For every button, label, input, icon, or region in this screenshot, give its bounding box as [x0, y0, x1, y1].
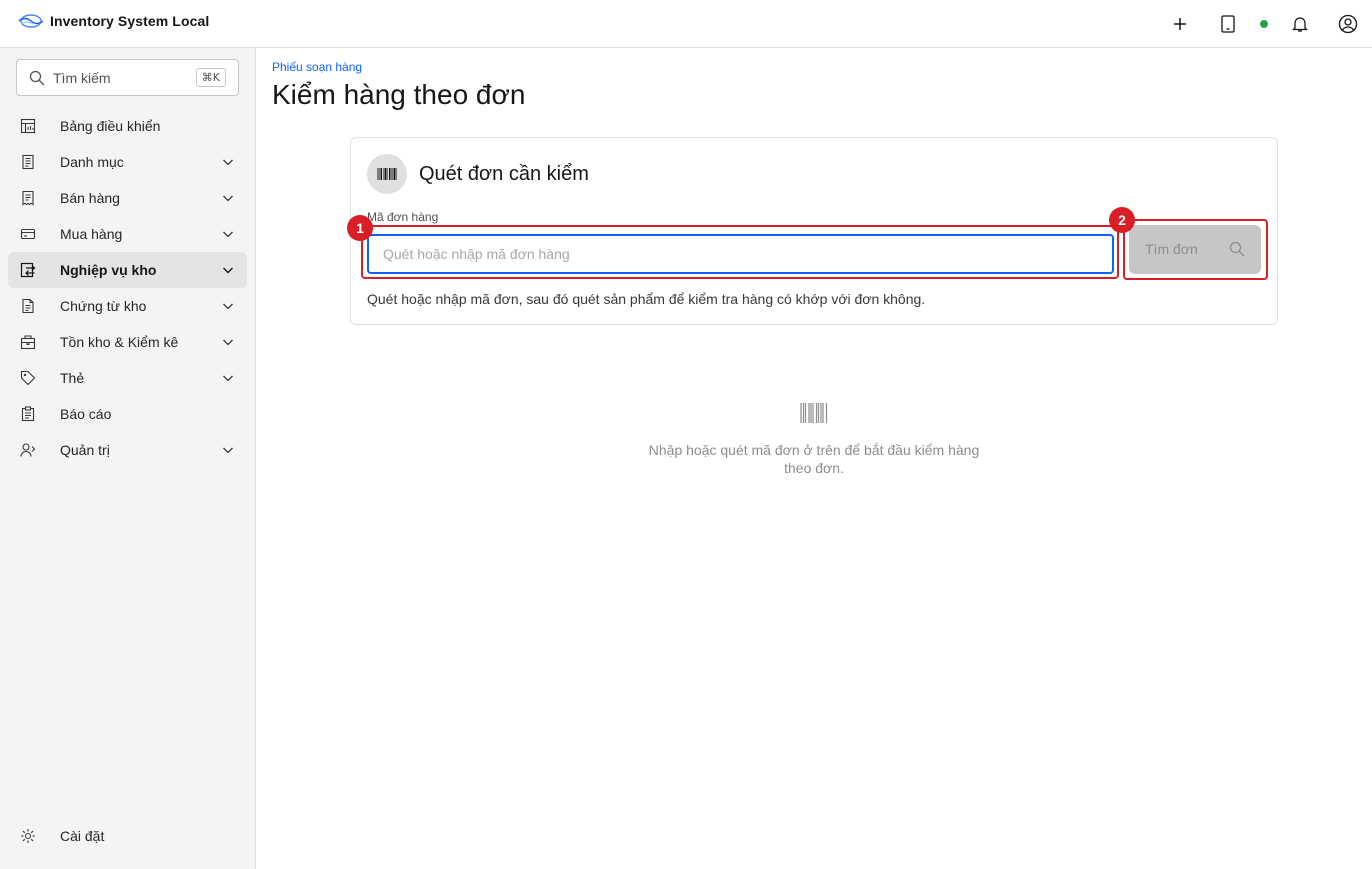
empty-state-line-1: Nhập hoặc quét mã đơn ở trên để bắt đầu … [648, 442, 980, 458]
barcode-icon [367, 154, 407, 194]
sidebar: Tìm kiếm ⌘K Bảng điều khiển Danh mục Bán… [0, 48, 256, 869]
search-icon [1229, 241, 1245, 257]
gear-icon [21, 829, 35, 843]
order-code-placeholder: Quét hoặc nhập mã đơn hàng [383, 246, 570, 262]
sidebar-item-catalog[interactable]: Danh mục [8, 144, 247, 180]
bell-icon[interactable] [1288, 12, 1312, 36]
app-logo-icon[interactable] [17, 12, 43, 30]
sidebar-item-purchasing[interactable]: Mua hàng [8, 216, 247, 252]
document-icon [22, 298, 34, 314]
sidebar-item-label: Bảng điều khiển [60, 118, 161, 134]
chevron-down-icon [223, 195, 233, 202]
annotation-badge-1: 1 [347, 215, 373, 241]
sidebar-item-label: Danh mục [60, 154, 124, 170]
admin-icon [20, 443, 36, 457]
chevron-down-icon [223, 447, 233, 454]
find-order-button[interactable]: Tìm đơn [1129, 225, 1261, 274]
connection-status-dot [1260, 20, 1268, 28]
settings-label: Cài đặt [60, 828, 105, 844]
search-shortcut: ⌘K [195, 68, 226, 87]
find-order-label: Tìm đơn [1145, 241, 1198, 257]
main-content: Phiếu soạn hàng Kiểm hàng theo đơn Quét … [256, 48, 1372, 869]
plus-icon[interactable] [1168, 12, 1192, 36]
chevron-down-icon [223, 303, 233, 310]
tablet-icon[interactable] [1216, 12, 1240, 36]
sidebar-item-label: Thẻ [60, 370, 85, 386]
search-placeholder: Tìm kiếm [53, 70, 111, 86]
barcode-icon [800, 403, 828, 423]
empty-state-line-2: theo đơn. [784, 460, 844, 476]
order-code-label: Mã đơn hàng [367, 210, 439, 224]
sidebar-item-inventory[interactable]: Tồn kho & Kiểm kê [8, 324, 247, 360]
card-title: Quét đơn cần kiểm [419, 163, 589, 185]
sidebar-item-label: Mua hàng [60, 226, 123, 242]
sidebar-item-admin[interactable]: Quản trị [8, 432, 247, 468]
sidebar-item-warehouse-docs[interactable]: Chứng từ kho [8, 288, 247, 324]
sidebar-item-tags[interactable]: Thẻ [8, 360, 247, 396]
app-title[interactable]: Inventory System Local [50, 13, 209, 29]
sidebar-item-dashboard[interactable]: Bảng điều khiển [8, 108, 247, 144]
chevron-down-icon [223, 231, 233, 238]
page-title: Kiểm hàng theo đơn [272, 79, 526, 110]
sidebar-item-label: Báo cáo [60, 406, 112, 422]
card-icon [20, 228, 36, 240]
chevron-down-icon [223, 159, 233, 166]
catalog-icon [22, 154, 34, 170]
sidebar-item-label: Chứng từ kho [60, 298, 147, 314]
sidebar-search[interactable]: Tìm kiếm ⌘K [16, 59, 239, 96]
chevron-down-icon [223, 375, 233, 382]
search-icon [29, 70, 45, 86]
receipt-icon [22, 190, 34, 206]
inventory-icon [20, 335, 36, 350]
annotation-badge-2: 2 [1109, 207, 1135, 233]
helper-text: Quét hoặc nhập mã đơn, sau đó quét sản p… [367, 291, 926, 307]
empty-state-text: Nhập hoặc quét mã đơn ở trên để bắt đầu … [634, 441, 994, 477]
scan-order-card: Quét đơn cần kiểm Mã đơn hàng Quét hoặc … [347, 137, 1278, 325]
chevron-down-icon [223, 267, 233, 274]
tag-icon [20, 370, 36, 386]
sidebar-item-warehouse-ops[interactable]: Nghiệp vụ kho [8, 252, 247, 288]
user-icon[interactable] [1336, 12, 1360, 36]
sidebar-item-label: Bán hàng [60, 190, 120, 206]
sidebar-item-label: Quản trị [60, 442, 110, 458]
report-icon [21, 406, 35, 422]
warehouse-ops-icon [20, 262, 36, 278]
sidebar-item-settings[interactable]: Cài đặt [8, 818, 247, 854]
chevron-down-icon [223, 339, 233, 346]
sidebar-item-reports[interactable]: Báo cáo [8, 396, 247, 432]
sidebar-item-label: Nghiệp vụ kho [60, 262, 157, 278]
top-header: Inventory System Local [0, 0, 1372, 48]
sidebar-item-label: Tồn kho & Kiểm kê [60, 334, 179, 350]
sidebar-item-sales[interactable]: Bán hàng [8, 180, 247, 216]
dashboard-icon [20, 118, 36, 134]
order-code-input[interactable]: Quét hoặc nhập mã đơn hàng [367, 234, 1114, 274]
breadcrumb[interactable]: Phiếu soạn hàng [272, 60, 362, 74]
